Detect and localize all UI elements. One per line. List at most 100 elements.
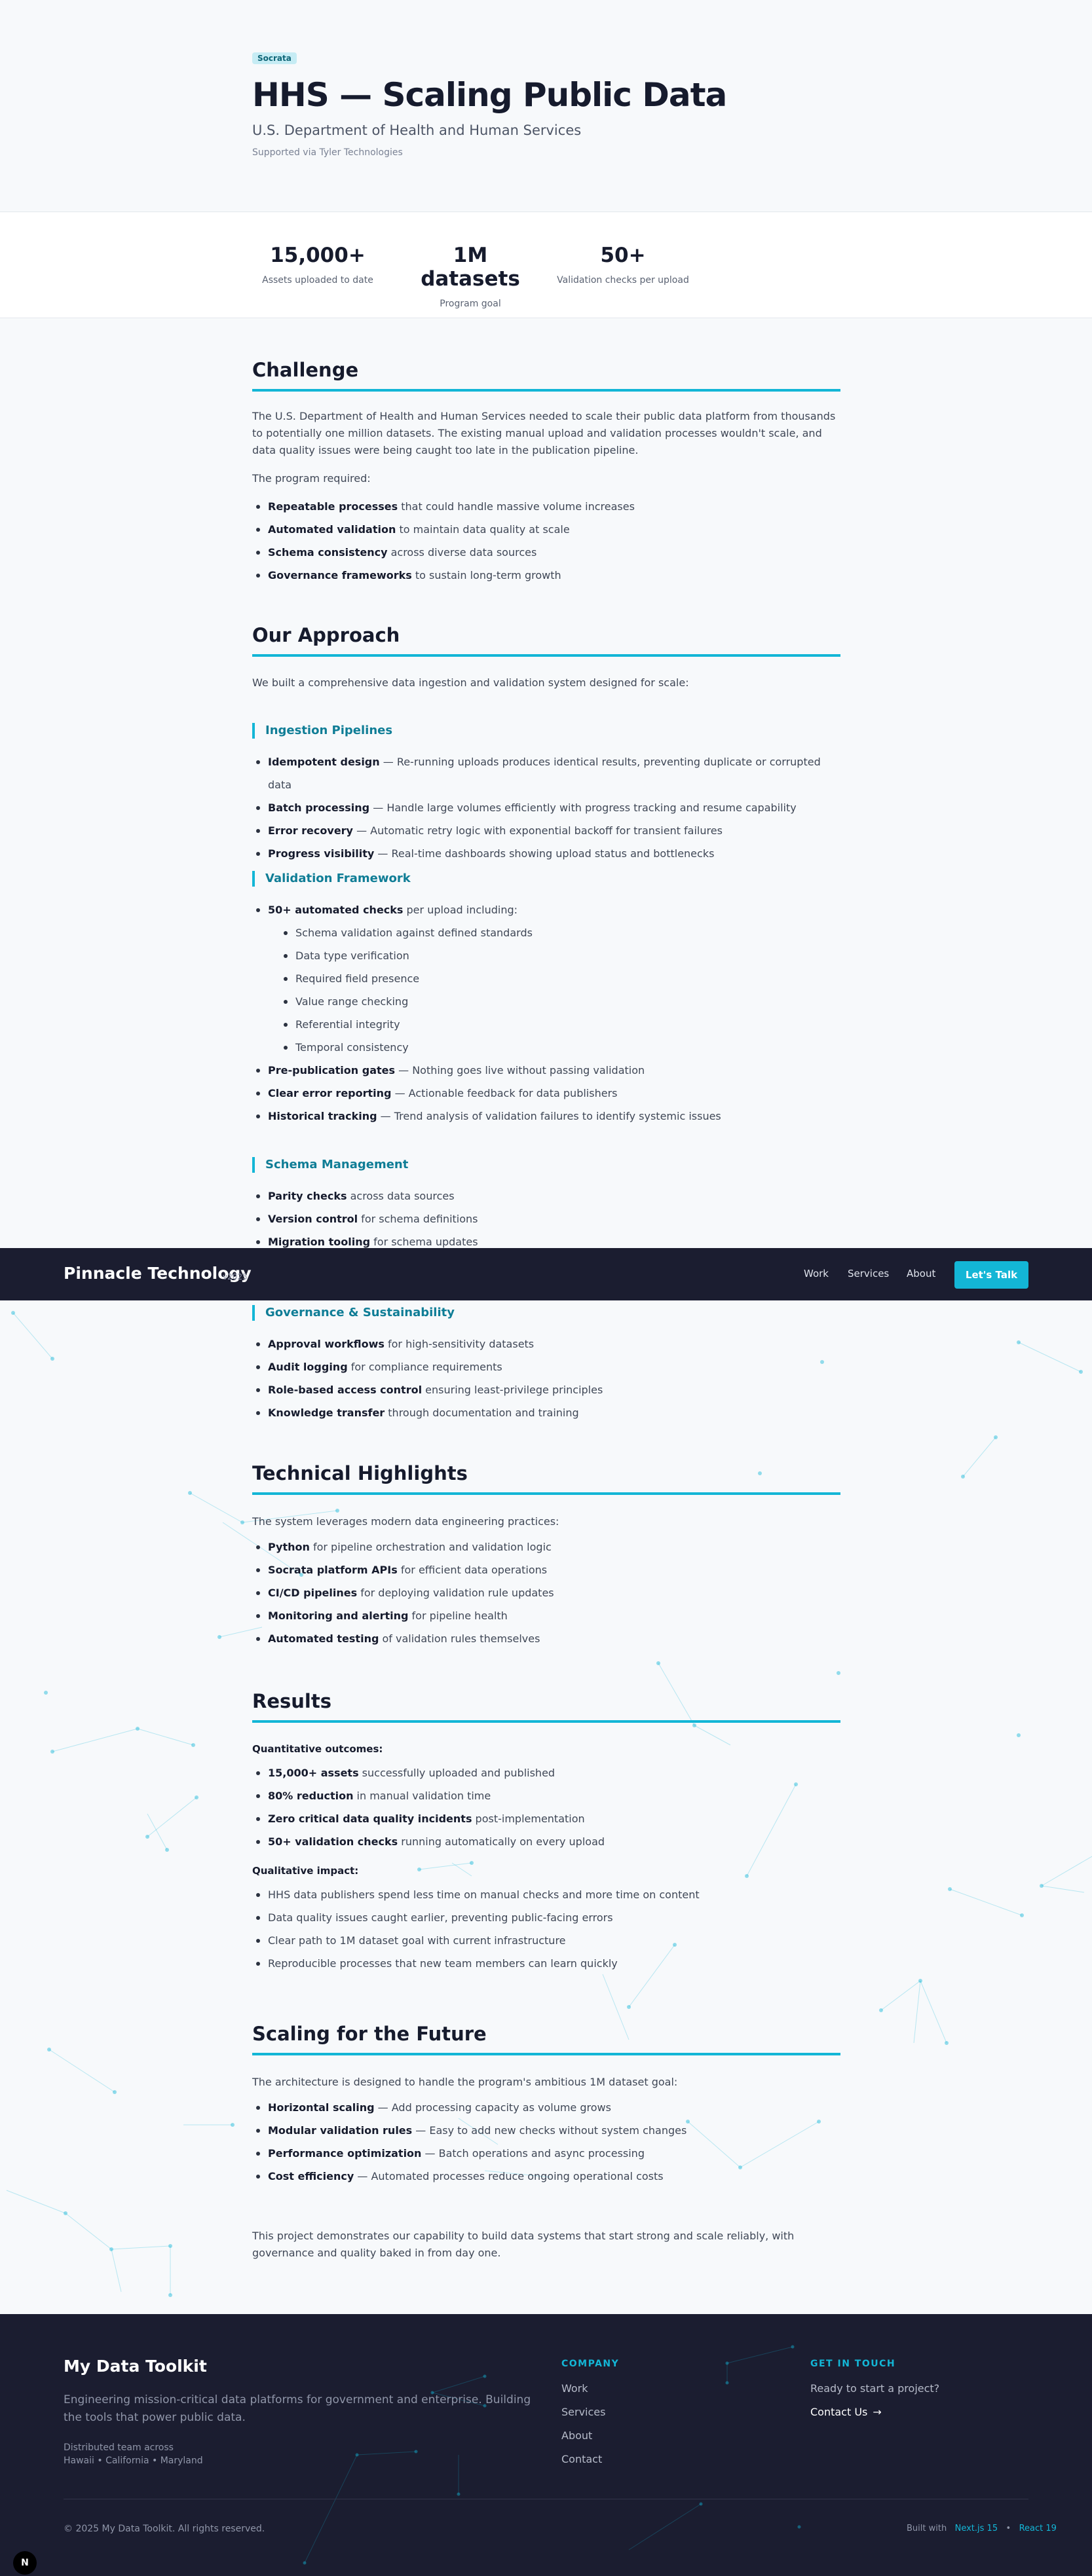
tech-list: Python for pipeline orchestration and va… <box>252 1536 840 1650</box>
future-intro: The architecture is designed to handle t… <box>252 2076 678 2088</box>
list-item: Repeatable processes that could handle m… <box>252 495 840 518</box>
qual-list: HHS data publishers spend less time on m… <box>252 1883 840 1975</box>
ingestion-block: Ingestion Pipelines Idempotent design — … <box>252 723 840 865</box>
company-heading: COMPANY <box>561 2359 620 2369</box>
ingestion-list: Idempotent design — Re-running uploads p… <box>252 750 840 865</box>
quant-label: Quantitative outcomes: <box>252 1743 383 1755</box>
list-item: CI/CD pipelines for deploying validation… <box>252 1581 840 1604</box>
list-item: Clear path to 1M dataset goal with curre… <box>252 1929 840 1952</box>
approach-intro-wrap: We built a comprehensive data ingestion … <box>252 674 840 691</box>
list-item: Historical tracking — Trend analysis of … <box>252 1105 840 1128</box>
tech-intro: The system leverages modern data enginee… <box>252 1515 559 1528</box>
footer-link-services[interactable]: Services <box>561 2406 605 2418</box>
stat-assets: 15,000+ Assets uploaded to date <box>252 244 383 285</box>
built-with: Built with Next.js 15 • React 19 <box>907 2524 1057 2533</box>
challenge-required-text: The program required: <box>252 472 371 485</box>
version-label: v2025 <box>223 1272 248 1281</box>
future-list: Horizontal scaling — Add processing capa… <box>252 2096 840 2188</box>
section-title: Challenge <box>252 359 840 392</box>
section-title: Technical Highlights <box>252 1462 840 1495</box>
list-item: Performance optimization — Batch operati… <box>252 2142 840 2165</box>
list-item: Clear error reporting — Actionable feedb… <box>252 1082 840 1105</box>
list-item: Referential integrity <box>280 1013 840 1036</box>
stat-value: 50+ <box>600 244 646 267</box>
list-item: Data type verification <box>280 944 840 967</box>
tech-body: The system leverages modern data enginee… <box>252 1513 840 1650</box>
challenge-list-wrap: Repeatable processes that could handle m… <box>252 495 840 587</box>
copyright: © 2025 My Data Toolkit. All rights reser… <box>64 2524 265 2534</box>
list-item: Batch processing — Handle large volumes … <box>252 796 840 819</box>
qual-label: Qualitative impact: <box>252 1865 359 1877</box>
supported-note: Supported via Tyler Technologies <box>252 147 403 158</box>
closing-wrap: This project demonstrates our capability… <box>252 2228 840 2262</box>
site-footer: My Data Toolkit Engineering mission-crit… <box>0 2314 1092 2576</box>
challenge-section: Challenge <box>252 359 840 392</box>
nav-link-about[interactable]: About <box>907 1268 935 1279</box>
results-body: Quantitative outcomes: 15,000+ assets su… <box>252 1743 840 1975</box>
footer-link-about[interactable]: About <box>561 2429 592 2442</box>
list-item: Python for pipeline orchestration and va… <box>252 1536 840 1558</box>
list-item: Automated testing of validation rules th… <box>252 1627 840 1650</box>
validation-list: 50+ automated checks per upload includin… <box>252 898 840 1128</box>
nav-link-services[interactable]: Services <box>848 1268 889 1279</box>
nav-link-work[interactable]: Work <box>804 1268 829 1279</box>
future-body: The architecture is designed to handle t… <box>252 2074 840 2188</box>
list-item: Parity checks across data sources <box>252 1185 840 1207</box>
footer-link-work[interactable]: Work <box>561 2382 588 2395</box>
list-item: Temporal consistency <box>280 1036 840 1059</box>
page-title: HHS — Scaling Public Data <box>252 76 727 114</box>
list-item: Data quality issues caught earlier, prev… <box>252 1906 840 1929</box>
challenge-required: The program required: <box>252 470 840 487</box>
footer-link-contact[interactable]: Contact <box>561 2453 602 2465</box>
section-title: Scaling for the Future <box>252 2023 840 2055</box>
list-item: Version control for schema definitions <box>252 1207 840 1230</box>
closing-paragraph: This project demonstrates our capability… <box>252 2230 795 2259</box>
list-item: Error recovery — Automatic retry logic w… <box>252 819 840 842</box>
stat-label: Validation checks per upload <box>557 275 689 285</box>
list-item: Socrata platform APIs for efficient data… <box>252 1558 840 1581</box>
stat-checks: 50+ Validation checks per upload <box>554 244 692 285</box>
list-item: Schema validation against defined standa… <box>280 921 840 944</box>
list-item: Audit logging for compliance requirement… <box>252 1355 840 1378</box>
results-section: Results <box>252 1690 840 1723</box>
subsection-title: Ingestion Pipelines <box>252 723 840 739</box>
stat-label: Assets uploaded to date <box>262 275 373 285</box>
footer-team: Distributed team across <box>64 2442 174 2453</box>
list-item: Horizontal scaling — Add processing capa… <box>252 2096 840 2119</box>
subsection-title: Governance & Sustainability <box>252 1305 840 1321</box>
stat-value: 15,000+ <box>270 244 366 267</box>
list-item: Value range checking <box>280 990 840 1013</box>
stat-value: 1M datasets <box>421 244 520 291</box>
stat-label: Program goal <box>440 299 501 309</box>
next-devtools-icon[interactable]: N <box>13 2551 37 2575</box>
subsection-title: Schema Management <box>252 1157 840 1173</box>
contact-us-link[interactable]: Contact Us → <box>810 2406 882 2418</box>
tech-nextjs: Next.js 15 <box>954 2524 998 2533</box>
footer-title: My Data Toolkit <box>64 2357 207 2376</box>
list-item: Idempotent design — Re-running uploads p… <box>252 750 840 796</box>
future-section: Scaling for the Future <box>252 2023 840 2055</box>
list-item: 15,000+ assets successfully uploaded and… <box>252 1761 840 1784</box>
challenge-paragraph: The U.S. Department of Health and Human … <box>252 410 836 456</box>
list-item: Required field presence <box>280 967 840 990</box>
tech-section: Technical Highlights <box>252 1462 840 1495</box>
arrow-right-icon: → <box>873 2406 882 2418</box>
validation-checks-list: Schema validation against defined standa… <box>280 921 840 1059</box>
tech-react: React 19 <box>1019 2524 1057 2533</box>
hero-section: Socrata HHS — Scaling Public Data U.S. D… <box>0 0 1092 212</box>
contact-heading: GET IN TOUCH <box>810 2359 896 2369</box>
top-navbar: Pinnacle Technology v2025 Work Services … <box>0 1248 1092 1300</box>
list-item: Schema consistency across diverse data s… <box>252 541 840 564</box>
list-item: Modular validation rules — Easy to add n… <box>252 2119 840 2142</box>
list-item: HHS data publishers spend less time on m… <box>252 1883 840 1906</box>
schema-block: Schema Management Parity checks across d… <box>252 1157 840 1253</box>
list-item: 50+ automated checks per upload includin… <box>252 898 840 1059</box>
challenge-body: The U.S. Department of Health and Human … <box>252 408 840 459</box>
quant-list: 15,000+ assets successfully uploaded and… <box>252 1761 840 1853</box>
governance-block: Governance & Sustainability Approval wor… <box>252 1305 840 1424</box>
list-item: Cost efficiency — Automated processes re… <box>252 2165 840 2188</box>
page-subtitle: U.S. Department of Health and Human Serv… <box>252 122 582 138</box>
list-item: Zero critical data quality incidents pos… <box>252 1807 840 1830</box>
list-item: Pre-publication gates — Nothing goes liv… <box>252 1059 840 1082</box>
lets-talk-button[interactable]: Let's Talk <box>954 1261 1028 1289</box>
